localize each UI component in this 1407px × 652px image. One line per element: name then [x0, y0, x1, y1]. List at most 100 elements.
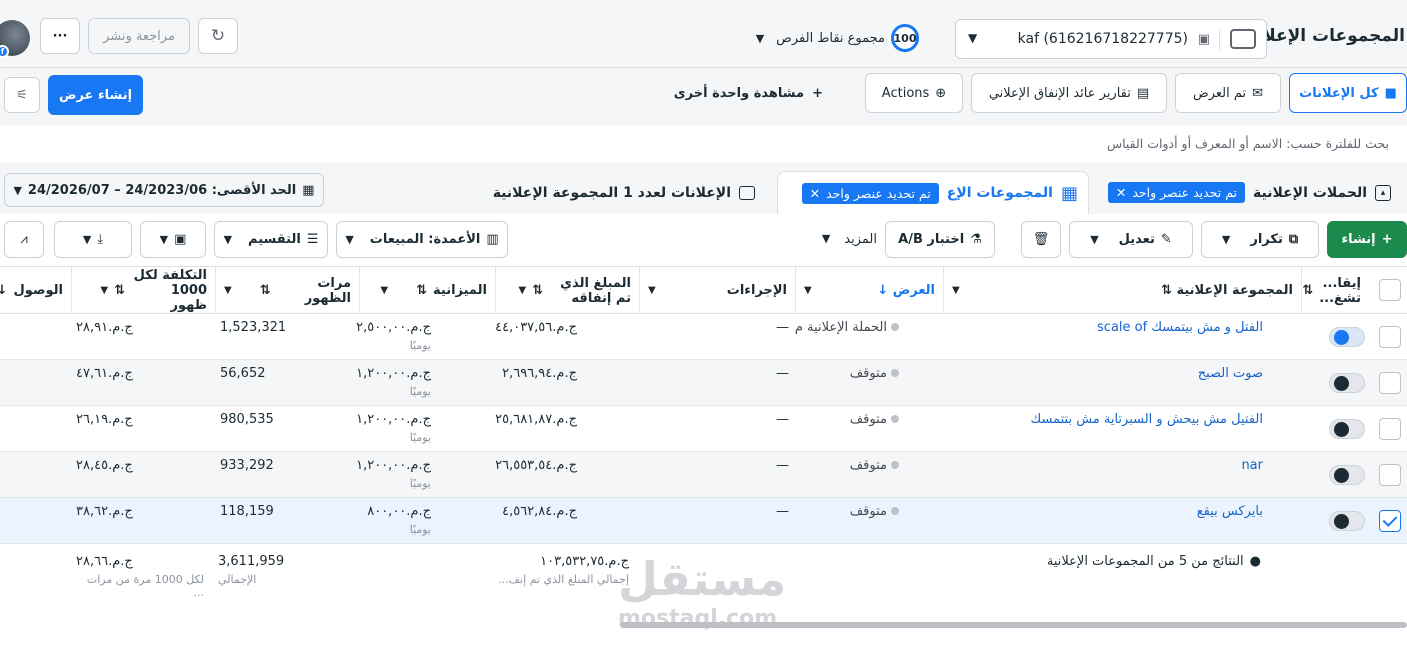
- add-view-button[interactable]: + مشاهدة واحدة أخرى: [674, 86, 823, 101]
- roas-reports-label: تقارير عائد الإنفاق الإعلاني: [988, 85, 1131, 101]
- column-actions[interactable]: الإجراءات ▼: [639, 267, 795, 314]
- totals-impressions: 3,611,959 الإجمالي: [218, 554, 284, 586]
- shown-label: تم العرض: [1192, 85, 1247, 101]
- table-row[interactable]: الفتل و مش بيتمسك scale of الحملة الإعلا…: [0, 314, 1407, 360]
- create-button[interactable]: + إنشاء: [1327, 221, 1407, 258]
- adsets-selection-chip[interactable]: تم تحديد عنصر واحد ✕: [801, 182, 939, 204]
- tab-adsets[interactable]: ▦ المجموعات الإع تم تحديد عنصر واحد ✕: [777, 171, 1089, 214]
- refresh-button[interactable]: ↻: [198, 18, 238, 54]
- chart-toggle-button[interactable]: ⩘: [4, 221, 44, 258]
- row-checkbox[interactable]: [1379, 464, 1401, 486]
- chart-icon: ⩘: [20, 232, 28, 247]
- account-selector[interactable]: ▣ kaf (616216718227775) ▼: [955, 19, 1267, 59]
- trash-icon: 🗑: [1032, 232, 1050, 247]
- totals-cpm: ج.م.٢٨,٦٦ لكل 1000 مرة من مرات ...: [76, 554, 204, 599]
- row-checkbox[interactable]: [1379, 372, 1401, 394]
- adset-name-link[interactable]: صوت الصبح: [1198, 366, 1263, 381]
- more-icon: ···: [52, 28, 68, 44]
- columns-button[interactable]: ▥ الأعمدة: المبيعات ▼: [336, 221, 508, 258]
- row-toggle[interactable]: [1329, 419, 1365, 439]
- avatar[interactable]: f: [0, 20, 30, 58]
- export-button[interactable]: ⤓ ▼: [54, 221, 132, 258]
- impressions-value: 933,292: [220, 458, 274, 473]
- row-toggle[interactable]: [1329, 511, 1365, 531]
- budget-period: يوميًا: [409, 477, 431, 490]
- totals-spent: ج.م.١٠٣,٥٣٢,٧٥ إجمالي المبلغ الذي تم إنف…: [497, 554, 629, 586]
- budget-amount: ج.م.١,٢٠٠,٠٠: [356, 366, 431, 381]
- adset-name-link[interactable]: الفتيل مش بيحش و السبرتاية مش بتتمسك: [1031, 412, 1263, 427]
- totals-label: النتائج من 5 من المجموعات الإعلانية: [1046, 554, 1244, 569]
- toggle-knob: [1334, 468, 1349, 483]
- date-range-picker[interactable]: ▦ الحد الأقصى: 24/2023/06 – 24/2026/07 ▼: [4, 173, 324, 207]
- column-spent[interactable]: المبلغ الذي تم إنفاقه ⇅ ▼: [495, 267, 639, 314]
- delete-button[interactable]: 🗑: [1021, 221, 1061, 258]
- all-ads-view-button[interactable]: ■ كل الإعلانات: [1289, 73, 1407, 113]
- delivery-label: متوقف: [849, 458, 887, 473]
- create-view-button[interactable]: إنشاء عرض: [48, 75, 143, 115]
- horizontal-scrollbar[interactable]: [620, 622, 1407, 628]
- chevron-down-icon: ▼: [952, 285, 960, 296]
- duplicate-button[interactable]: ⧉ تكرار ▼: [1201, 221, 1319, 258]
- row-checkbox[interactable]: [1379, 510, 1401, 532]
- table-row[interactable]: الفتيل مش بيحش و السبرتاية مش بتتمسك متو…: [0, 406, 1407, 452]
- budget-amount: ج.م.١,٢٠٠,٠٠: [356, 458, 431, 473]
- row-toggle[interactable]: [1329, 465, 1365, 485]
- create-view-label: إنشاء عرض: [58, 87, 133, 103]
- row-toggle[interactable]: [1329, 373, 1365, 393]
- cpm-value: ج.م.٢٨,٩١: [76, 320, 133, 335]
- budget-amount: ج.م.١,٢٠٠,٠٠: [356, 412, 431, 427]
- column-impressions[interactable]: مرات الظهور ⇅ ▼: [215, 267, 359, 314]
- edit-button[interactable]: ✎ تعديل ▼: [1069, 221, 1193, 258]
- row-checkbox[interactable]: [1379, 326, 1401, 348]
- shown-view-button[interactable]: ✉ تم العرض: [1175, 73, 1281, 113]
- column-delivery[interactable]: العرض ↓ ▼: [795, 267, 943, 314]
- search-bar[interactable]: بحث للفلترة حسب: الاسم أو المعرف أو أدوا…: [4, 126, 1407, 162]
- table-row[interactable]: بايركس بيقع متوقف — ج.م.٤,٥٦٢,٨٤ ج.م.٨٠٠…: [0, 498, 1407, 544]
- column-reach[interactable]: الوصول ↓: [0, 267, 71, 314]
- close-icon[interactable]: ✕: [810, 186, 820, 201]
- column-cpm[interactable]: التكلفة لكل 1000 ظهور ⇅ ▼: [71, 267, 215, 314]
- filter-settings-button[interactable]: ⚟: [4, 77, 40, 113]
- column-delivery-label: العرض: [892, 283, 935, 298]
- totals-cpm-value: ج.م.٢٨,٦٦: [76, 554, 133, 569]
- table-header: إيقا... تشغ... ⇅ المجموعة الإعلانية ⇅ ▼ ا…: [0, 266, 1407, 314]
- actions-button[interactable]: ⊕ Actions: [865, 73, 963, 113]
- cpm-value: ج.م.٣٨,٦٢: [76, 504, 133, 519]
- select-all-checkbox[interactable]: [1379, 279, 1401, 301]
- status-dot-icon: [891, 507, 899, 515]
- arrow-up-circle-icon: ⊕: [935, 85, 947, 101]
- table-row[interactable]: nar متوقف — ج.م.٢٦,٥٥٣,٥٤ ج.م.١,٢٠٠,٠٠ يو…: [0, 452, 1407, 498]
- campaigns-selection-chip[interactable]: تم تحديد عنصر واحد ✕: [1107, 182, 1246, 203]
- adset-name-link[interactable]: nar: [1241, 458, 1263, 473]
- flask-icon: ⚗: [970, 232, 982, 247]
- adset-name-link[interactable]: الفتل و مش بيتمسك scale of: [1097, 320, 1263, 335]
- create-label: إنشاء: [1341, 232, 1376, 247]
- tab-campaigns[interactable]: ▴ الحملات الإعلانية تم تحديد عنصر واحد ✕: [1098, 171, 1401, 214]
- search-input[interactable]: بحث للفلترة حسب: الاسم أو المعرف أو أدوا…: [1107, 136, 1389, 151]
- row-toggle[interactable]: [1329, 327, 1365, 347]
- table-row[interactable]: صوت الصبح متوقف — ج.م.٢,٦٩٦,٩٤ ج.م.١,٢٠٠…: [0, 360, 1407, 406]
- column-budget[interactable]: الميزانية ⇅ ▼: [359, 267, 495, 314]
- adset-name-link[interactable]: بايركس بيقع: [1197, 504, 1263, 519]
- review-publish-button[interactable]: مراجعة ونشر: [88, 18, 190, 54]
- sort-icon: ⇅: [1302, 283, 1314, 298]
- totals-spent-sub: إجمالي المبلغ الذي تم إنف...: [498, 573, 629, 586]
- column-adset[interactable]: المجموعة الإعلانية ⇅ ▼: [943, 267, 1301, 314]
- opportunity-score[interactable]: 100 مجموع نقاط الفرص ▼: [756, 24, 919, 52]
- ab-test-button[interactable]: ⚗ اختبار A/B: [885, 221, 995, 258]
- breakdown-button[interactable]: ☰ التقسيم ▼: [214, 221, 328, 258]
- column-spent-label: المبلغ الذي تم إنفاقه: [560, 275, 631, 306]
- more-menu[interactable]: المزيد ▼: [822, 232, 877, 247]
- plus-icon: +: [812, 86, 823, 101]
- budget-amount: ج.م.٨٠٠,٠٠: [367, 504, 431, 519]
- reports-button[interactable]: ▣ ▼: [140, 221, 206, 258]
- more-options-button[interactable]: ···: [40, 18, 80, 54]
- sliders-icon: ⚟: [16, 87, 28, 103]
- copy-icon: ⧉: [1288, 232, 1299, 247]
- column-onoff[interactable]: إيقا... تشغ... ⇅: [1301, 267, 1369, 314]
- row-checkbox[interactable]: [1379, 418, 1401, 440]
- tab-ads[interactable]: الإعلانات لعدد 1 المجموعة الإعلانية: [483, 171, 765, 214]
- status-dot-icon: [891, 369, 899, 377]
- close-icon[interactable]: ✕: [1116, 185, 1126, 200]
- roas-reports-button[interactable]: ▤ تقارير عائد الإنفاق الإعلاني: [971, 73, 1167, 113]
